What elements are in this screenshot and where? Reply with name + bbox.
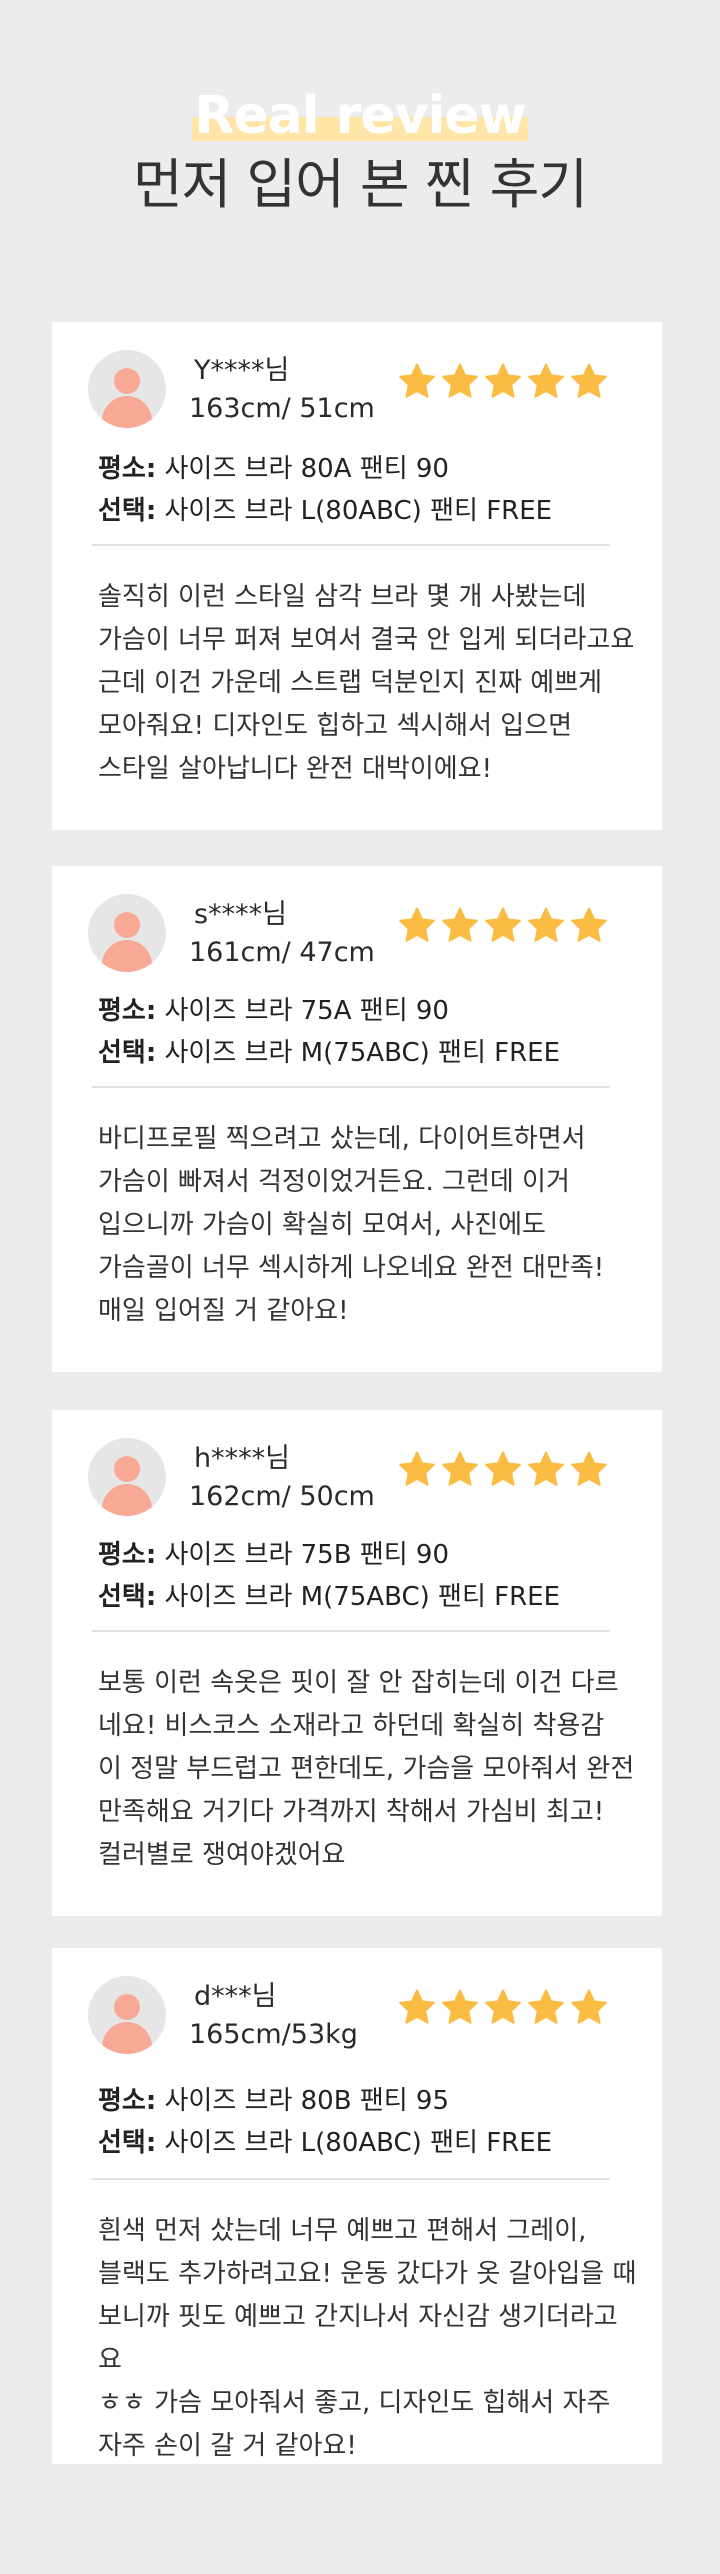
star-icon [399, 907, 435, 942]
reviewer-id: s****님 [194, 899, 287, 930]
star-icon [442, 1451, 478, 1486]
usual-size-value: 사이즈 브라 80B 팬티 95 [164, 2086, 450, 2116]
star-rating [398, 1450, 608, 1490]
review-card: d***님 165cm/53kg 평소: 사이즈 브라 80B 팬티 95 선택… [52, 1948, 662, 2464]
review-card: Y****님 163cm/ 51cm 평소: 사이즈 브라 80A 팬티 90 … [52, 322, 662, 830]
chosen-size-line: 선택: 사이즈 브라 M(75ABC) 팬티 FREE [98, 1036, 560, 1070]
chosen-size-line: 선택: 사이즈 브라 L(80ABC) 팬티 FREE [98, 494, 552, 528]
usual-size-value: 사이즈 브라 80A 팬티 90 [164, 454, 449, 484]
chosen-size-label: 선택: [98, 2128, 157, 2158]
chosen-size-value: 사이즈 브라 L(80ABC) 팬티 FREE [164, 2128, 553, 2158]
star-icon [442, 363, 478, 398]
avatar [88, 894, 166, 972]
star-rating [398, 906, 608, 946]
reviewer-body-size: 165cm/53kg [189, 2019, 358, 2050]
reviewer-body-size: 163cm/ 51cm [189, 393, 375, 424]
reviewer-body-size: 162cm/ 50cm [189, 1481, 375, 1512]
star-icon [442, 1989, 478, 2024]
avatar [88, 1438, 166, 1516]
header-title-en: Real review [192, 86, 528, 146]
chosen-size-value: 사이즈 브라 M(75ABC) 팬티 FREE [164, 1582, 561, 1612]
star-icon [528, 363, 564, 398]
usual-size-label: 평소: [98, 996, 157, 1026]
star-icon [399, 1451, 435, 1486]
divider [92, 1630, 610, 1632]
chosen-size-label: 선택: [98, 496, 157, 526]
reviewer-id: h****님 [194, 1443, 290, 1474]
star-icon [485, 1451, 521, 1486]
chosen-size-value: 사이즈 브라 M(75ABC) 팬티 FREE [164, 1038, 561, 1068]
review-text: 솔직히 이런 스타일 삼각 브라 몇 개 사봤는데 가슴이 너무 퍼져 보여서 … [98, 582, 635, 784]
avatar [88, 1976, 166, 2054]
chosen-size-line: 선택: 사이즈 브라 L(80ABC) 팬티 FREE [98, 2126, 552, 2160]
star-icon [528, 907, 564, 942]
divider [92, 1086, 610, 1088]
review-text: 바디프로필 찍으려고 샀는데, 다이어트하면서 가슴이 빠져서 걱정이었거든요.… [98, 1124, 605, 1326]
chosen-size-line: 선택: 사이즈 브라 M(75ABC) 팬티 FREE [98, 1580, 560, 1614]
star-icon [571, 1989, 607, 2024]
star-icon [485, 907, 521, 942]
star-icon [571, 907, 607, 942]
divider [92, 2178, 610, 2180]
page-header: Real review 먼저 입어 본 찐 후기 [0, 0, 720, 290]
reviewer-body-size: 161cm/ 47cm [189, 937, 375, 968]
star-icon [442, 907, 478, 942]
review-text: 흰색 먼저 샀는데 너무 예쁘고 편해서 그레이, 블랙도 추가하려고요! 운동… [98, 2216, 637, 2461]
usual-size-line: 평소: 사이즈 브라 80B 팬티 95 [98, 2084, 449, 2118]
usual-size-label: 평소: [98, 2086, 157, 2116]
chosen-size-label: 선택: [98, 1582, 157, 1612]
star-icon [399, 363, 435, 398]
usual-size-line: 평소: 사이즈 브라 75A 팬티 90 [98, 994, 449, 1028]
usual-size-label: 평소: [98, 454, 157, 484]
star-icon [528, 1451, 564, 1486]
reviewer-id: d***님 [194, 1981, 277, 2012]
review-card: h****님 162cm/ 50cm 평소: 사이즈 브라 75B 팬티 90 … [52, 1410, 662, 1916]
chosen-size-value: 사이즈 브라 L(80ABC) 팬티 FREE [164, 496, 553, 526]
star-icon [485, 1989, 521, 2024]
star-rating [398, 1988, 608, 2028]
review-card: s****님 161cm/ 47cm 평소: 사이즈 브라 75A 팬티 90 … [52, 866, 662, 1372]
usual-size-label: 평소: [98, 1540, 157, 1570]
star-icon [571, 363, 607, 398]
header-title-ko: 먼저 입어 본 찐 후기 [132, 153, 588, 216]
chosen-size-label: 선택: [98, 1038, 157, 1068]
usual-size-value: 사이즈 브라 75A 팬티 90 [164, 996, 449, 1026]
usual-size-value: 사이즈 브라 75B 팬티 90 [164, 1540, 450, 1570]
star-icon [528, 1989, 564, 2024]
star-icon [571, 1451, 607, 1486]
star-icon [485, 363, 521, 398]
star-rating [398, 362, 608, 402]
avatar [88, 350, 166, 428]
review-text: 보통 이런 속옷은 핏이 잘 안 잡히는데 이건 다르 네요! 비스코스 소재라… [98, 1668, 635, 1870]
divider [92, 544, 610, 546]
usual-size-line: 평소: 사이즈 브라 75B 팬티 90 [98, 1538, 449, 1572]
usual-size-line: 평소: 사이즈 브라 80A 팬티 90 [98, 452, 449, 486]
reviewer-id: Y****님 [194, 355, 290, 386]
star-icon [399, 1989, 435, 2024]
